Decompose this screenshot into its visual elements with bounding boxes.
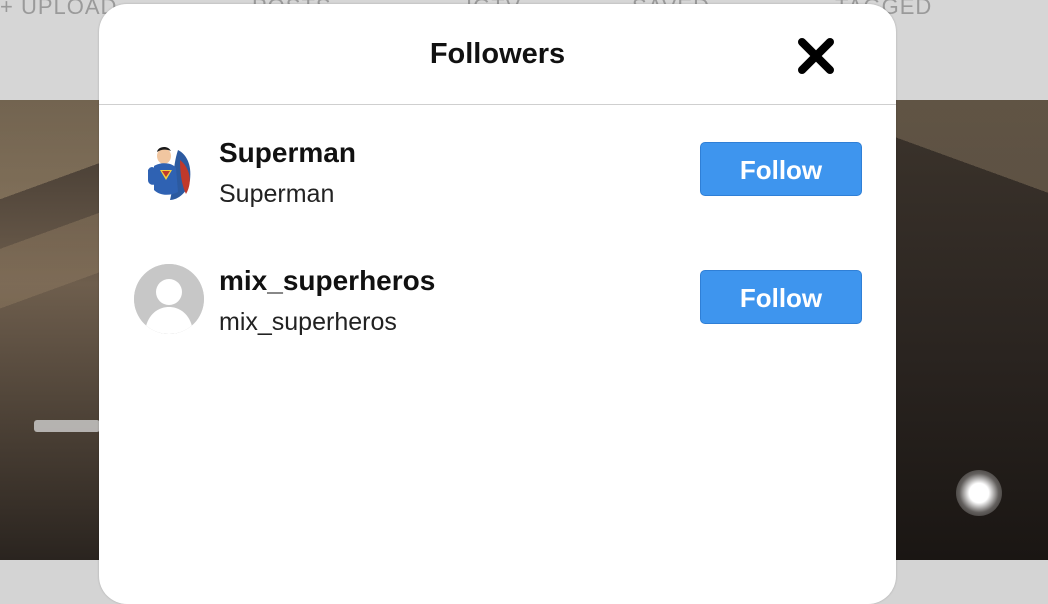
followers-list: Superman Superman Follow mix_superheros … [99,105,896,361]
default-avatar-icon [134,264,204,334]
follower-full-name: mix_superheros [219,308,397,336]
follower-username[interactable]: mix_superheros [219,265,435,297]
list-item: Superman Superman Follow [99,105,896,233]
followers-modal: Followers Superman Superman Follow mix_s… [99,4,896,604]
follower-username[interactable]: Superman [219,137,356,169]
background-photo-left [0,100,100,560]
list-item: mix_superheros mix_superheros Follow [99,233,896,361]
avatar[interactable] [134,264,204,334]
modal-title: Followers [429,38,566,70]
close-button[interactable] [796,36,836,76]
avatar[interactable] [134,136,204,206]
background-photo-right [896,100,1048,560]
follow-button[interactable]: Follow [700,142,862,196]
modal-header: Followers [99,4,896,105]
follow-button[interactable]: Follow [700,270,862,324]
follower-full-name: Superman [219,180,335,208]
close-icon [798,38,834,74]
superman-avatar-icon [134,136,204,206]
